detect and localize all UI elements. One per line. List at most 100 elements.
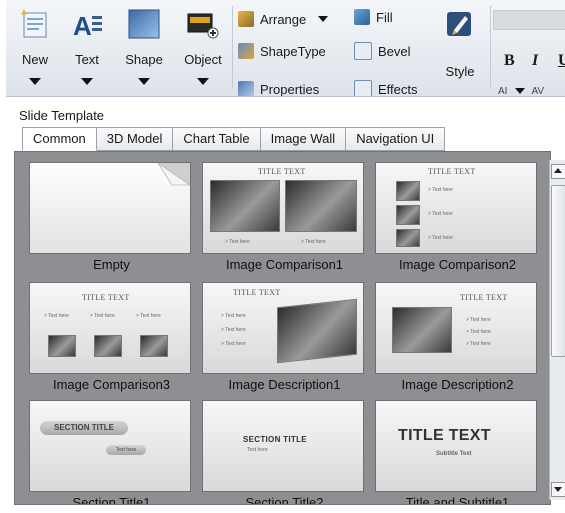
text-icon: A bbox=[70, 8, 104, 41]
gallery-scrollbar[interactable] bbox=[549, 160, 565, 500]
template-thumbnail: SECTION TITLE Text here bbox=[29, 400, 191, 492]
tab-image-wall[interactable]: Image Wall bbox=[260, 127, 347, 151]
tab-3d-model[interactable]: 3D Model bbox=[96, 127, 174, 151]
template-thumbnail: TITLE TEXT > Text here > Text here > Tex… bbox=[202, 282, 364, 374]
object-button[interactable]: Object bbox=[178, 6, 228, 94]
shape-button-label: Shape bbox=[125, 52, 163, 67]
thumb-bullet: > Text here bbox=[428, 211, 453, 217]
photo-placeholder bbox=[392, 307, 452, 353]
template-image-comparison1[interactable]: TITLE TEXT > Text here > Text here Image… bbox=[202, 162, 367, 275]
thumb-bullet: > Text here bbox=[428, 187, 453, 193]
template-name: Section Title2 bbox=[245, 495, 324, 505]
svg-text:A: A bbox=[73, 11, 92, 40]
font-size-dropdown[interactable]: AI AV bbox=[498, 80, 544, 97]
template-name: Image Comparison1 bbox=[225, 257, 344, 272]
shape-button[interactable]: Shape bbox=[119, 6, 169, 94]
properties-icon bbox=[238, 81, 254, 96]
thumb-bullet: > Text here bbox=[136, 313, 161, 319]
bevel-button[interactable]: Bevel bbox=[354, 40, 411, 62]
thumb-bullet: > Text here bbox=[221, 327, 246, 333]
thumb-bullet: > Text here bbox=[428, 235, 453, 241]
chevron-down-icon[interactable] bbox=[138, 78, 150, 85]
template-name: Image Comparison3 bbox=[52, 377, 171, 392]
thumb-title: TITLE TEXT bbox=[258, 167, 306, 176]
fill-label: Fill bbox=[376, 9, 393, 25]
font-name-box[interactable] bbox=[493, 10, 565, 30]
photo-placeholder bbox=[94, 335, 122, 357]
template-tabs: Common 3D Model Chart Table Image Wall N… bbox=[22, 127, 446, 151]
thumb-title: TITLE TEXT bbox=[428, 167, 476, 176]
effects-icon bbox=[354, 80, 372, 96]
template-image-description2[interactable]: TITLE TEXT > Text here > Text here > Tex… bbox=[375, 282, 540, 395]
thumb-bullet: > Text here bbox=[301, 239, 326, 245]
shape-icon bbox=[127, 8, 161, 40]
arrange-icon bbox=[238, 11, 254, 27]
thumb-bullet: > Text here bbox=[221, 313, 246, 319]
template-thumbnail: SECTION TITLE Text here bbox=[202, 400, 364, 492]
style-button-label: Style bbox=[445, 64, 475, 79]
object-icon bbox=[186, 8, 220, 40]
template-image-comparison2[interactable]: TITLE TEXT > Text here > Text here > Tex… bbox=[375, 162, 540, 275]
shape-type-label: ShapeType bbox=[260, 43, 326, 59]
effects-button[interactable]: Effects bbox=[354, 78, 418, 97]
shape-type-button[interactable]: ShapeType bbox=[238, 40, 326, 62]
template-section-title1[interactable]: SECTION TITLE Text here Section Title1 bbox=[29, 400, 194, 504]
template-thumbnail: TITLE TEXT > Text here > Text here > Tex… bbox=[375, 162, 537, 254]
template-title-and-subtitle1[interactable]: TITLE TEXT Subtitle Text Title and Subti… bbox=[375, 400, 540, 505]
properties-label: Properties bbox=[260, 81, 320, 97]
tab-chart-table[interactable]: Chart Table bbox=[173, 127, 261, 151]
template-name: Image Description1 bbox=[228, 377, 341, 392]
fill-button[interactable]: Fill bbox=[354, 6, 393, 28]
char-spacing-label: AV bbox=[531, 85, 545, 97]
style-icon bbox=[443, 8, 477, 40]
style-button[interactable]: Style bbox=[435, 6, 485, 94]
shape-type-icon bbox=[238, 43, 254, 59]
effects-label: Effects bbox=[378, 81, 418, 97]
photo-placeholder bbox=[396, 229, 420, 247]
text-button[interactable]: A Text bbox=[62, 6, 112, 94]
new-slide-icon bbox=[18, 8, 52, 40]
properties-button[interactable]: Properties bbox=[238, 78, 320, 97]
template-thumbnail: TITLE TEXT > Text here > Text here > Tex… bbox=[29, 282, 191, 374]
arrange-button[interactable]: Arrange bbox=[238, 8, 329, 30]
template-name: Title and Subtitle1 bbox=[405, 495, 510, 505]
template-name: Empty bbox=[93, 257, 130, 272]
thumb-title: TITLE TEXT bbox=[398, 427, 491, 444]
thumb-title: SECTION TITLE bbox=[243, 435, 307, 444]
photo-placeholder bbox=[210, 180, 280, 232]
chevron-down-icon[interactable] bbox=[81, 78, 93, 85]
template-thumbnail: TITLE TEXT Subtitle Text bbox=[375, 400, 537, 492]
thumb-title: TITLE TEXT bbox=[233, 288, 281, 297]
template-thumbnail: TITLE TEXT > Text here > Text here > Tex… bbox=[375, 282, 537, 374]
thumb-title: TITLE TEXT bbox=[460, 293, 508, 302]
tab-common[interactable]: Common bbox=[22, 127, 97, 151]
thumb-bullet: > Text here bbox=[225, 239, 250, 245]
scrollbar-thumb[interactable] bbox=[551, 185, 565, 357]
italic-button[interactable]: I bbox=[532, 52, 538, 70]
thumb-bullet: > Text here bbox=[466, 341, 491, 347]
new-button[interactable]: New bbox=[10, 6, 60, 94]
photo-placeholder bbox=[48, 335, 76, 357]
tab-navigation-ui[interactable]: Navigation UI bbox=[346, 127, 446, 151]
scroll-up-icon[interactable] bbox=[551, 164, 565, 179]
template-image-comparison3[interactable]: TITLE TEXT > Text here > Text here > Tex… bbox=[29, 282, 194, 395]
chevron-down-icon[interactable] bbox=[29, 78, 41, 85]
template-thumbnail: TITLE TEXT > Text here > Text here bbox=[202, 162, 364, 254]
template-empty[interactable]: Empty bbox=[29, 162, 194, 275]
template-image-description1[interactable]: TITLE TEXT > Text here > Text here > Tex… bbox=[202, 282, 367, 395]
scroll-down-icon[interactable] bbox=[551, 482, 565, 497]
new-button-label: New bbox=[21, 52, 48, 67]
thumb-subtitle: Text here bbox=[106, 445, 146, 455]
underline-button[interactable]: U bbox=[558, 52, 565, 70]
template-section-title2[interactable]: SECTION TITLE Text here Section Title2 bbox=[202, 400, 367, 505]
panel-title: Slide Template bbox=[19, 108, 105, 123]
chevron-down-icon[interactable] bbox=[197, 78, 209, 85]
template-name: Image Comparison2 bbox=[398, 257, 517, 272]
template-gallery: Empty TITLE TEXT > Text here > Text here… bbox=[14, 151, 551, 505]
template-name: Image Description2 bbox=[401, 377, 514, 392]
thumb-subtitle: Subtitle Text bbox=[436, 451, 472, 457]
thumb-title: TITLE TEXT bbox=[82, 293, 130, 302]
thumb-bullet: > Text here bbox=[466, 329, 491, 335]
template-thumbnail bbox=[29, 162, 191, 254]
bold-button[interactable]: B bbox=[504, 52, 515, 70]
